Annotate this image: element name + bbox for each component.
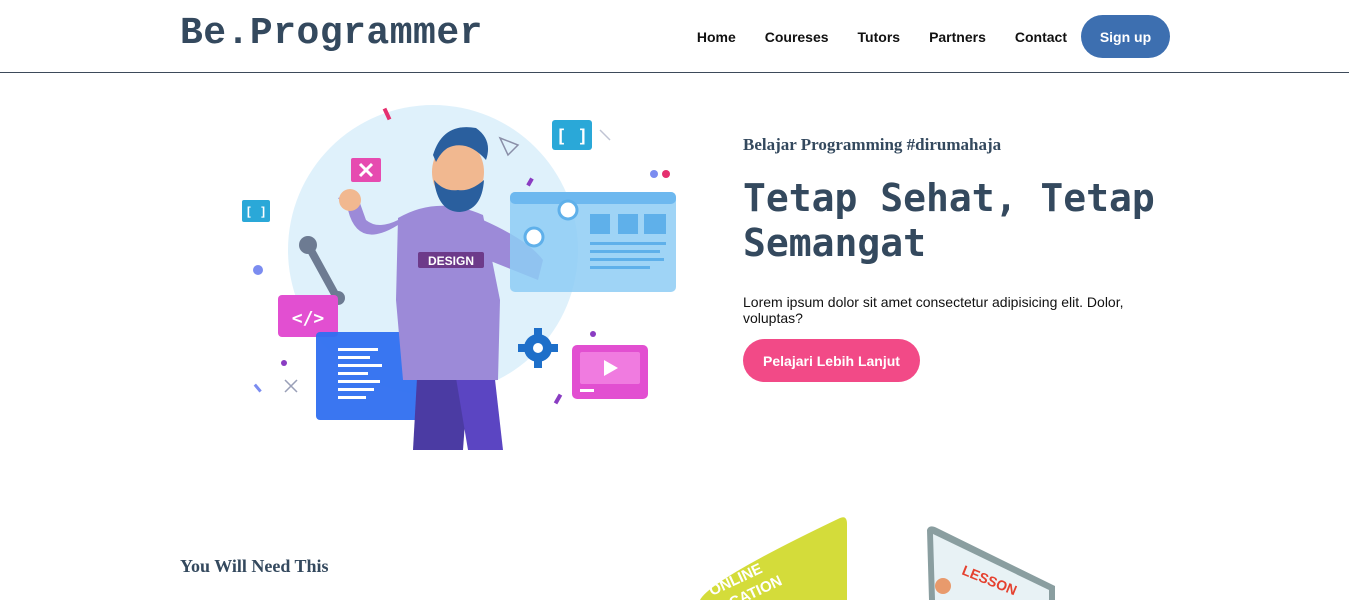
main-nav: Home Coureses Tutors Partners Contact Si… bbox=[697, 15, 1170, 58]
learn-more-button[interactable]: Pelajari Lebih Lanjut bbox=[743, 339, 920, 382]
hero-tagline: Belajar Programming #dirumahaja bbox=[743, 135, 1002, 154]
nav-tutors[interactable]: Tutors bbox=[858, 29, 901, 45]
video-player-icon bbox=[572, 345, 648, 399]
hero-illustration: [ ] [ ] </> DESIGN bbox=[242, 105, 676, 450]
signup-button[interactable]: Sign up bbox=[1081, 15, 1170, 58]
bracket-small-icon: [ ] bbox=[242, 200, 270, 222]
svg-text:[ ]: [ ] bbox=[556, 126, 589, 147]
nav-courses[interactable]: Coureses bbox=[765, 29, 829, 45]
lesson-card: LESSON bbox=[927, 526, 1055, 600]
nav-partners[interactable]: Partners bbox=[929, 29, 986, 45]
svg-text:</>: </> bbox=[292, 308, 325, 329]
online-education-card: ONLINE CATION bbox=[700, 517, 847, 600]
code-icon: </> bbox=[278, 295, 338, 337]
nav-home[interactable]: Home bbox=[697, 29, 736, 45]
header: Be.Programmer Home Coureses Tutors Partn… bbox=[0, 0, 1349, 73]
hero-text: Belajar Programming #dirumahaja Tetap Se… bbox=[743, 135, 1163, 382]
close-icon bbox=[351, 158, 381, 182]
browser-panel bbox=[510, 192, 676, 292]
hero-description: Lorem ipsum dolor sit amet consectetur a… bbox=[743, 294, 1124, 326]
nav-contact[interactable]: Contact bbox=[1015, 29, 1067, 45]
site-logo[interactable]: Be.Programmer bbox=[180, 12, 483, 55]
bracket-icon: [ ] bbox=[552, 120, 592, 150]
design-badge: DESIGN bbox=[428, 254, 474, 268]
hero-headline: Tetap Sehat, Tetap Semangat bbox=[743, 176, 1155, 265]
svg-text:[ ]: [ ] bbox=[245, 205, 267, 219]
section-title: You Will Need This bbox=[180, 556, 329, 576]
